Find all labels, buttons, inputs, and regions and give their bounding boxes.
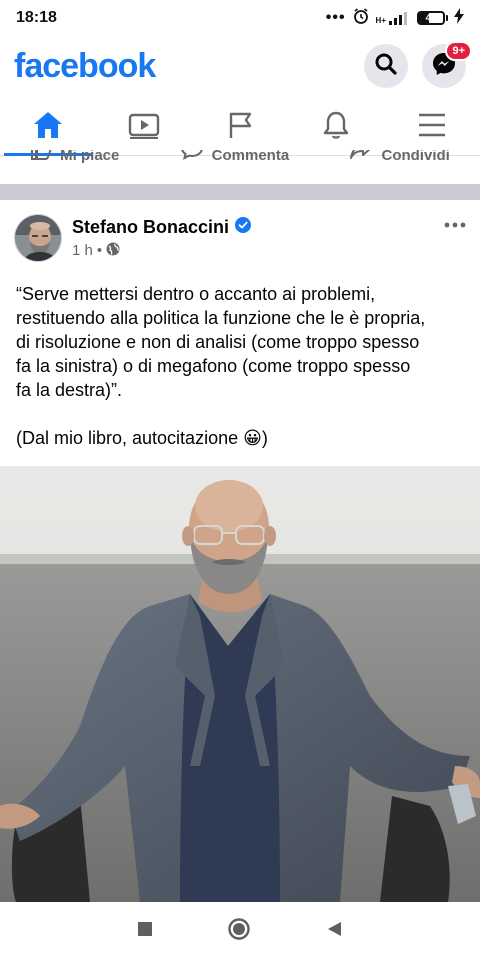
video-icon [128,111,160,144]
comment-button[interactable]: Commenta [180,150,290,164]
post-note-suffix: ) [261,428,268,448]
post-note-text: (Dal mio libro, autocitazione [16,428,244,448]
author-name[interactable]: Stefano Bonaccini [72,217,229,238]
recent-apps-button[interactable] [137,921,153,942]
header-actions: 9+ [364,41,472,88]
post-text-line: restituendo alla politica la funzione ch… [16,308,426,328]
messenger-button[interactable]: 9+ [422,41,472,88]
nav-tabs [0,100,480,156]
globe-icon [106,242,120,260]
search-icon [374,52,398,81]
post-header: Stefano Bonaccini 1 h • [14,210,466,266]
flag-icon [226,110,254,145]
post-note: (Dal mio libro, autocitazione 😀) [16,426,468,450]
alarm-icon [352,7,370,30]
android-nav-bar [0,902,480,960]
tab-home[interactable] [0,100,96,156]
avatar[interactable] [14,214,62,262]
thumbs-up-icon [30,150,52,164]
search-button[interactable] [364,44,408,88]
back-button[interactable] [325,920,343,943]
messenger-badge: 9+ [445,41,472,61]
post-photo[interactable] [0,466,480,902]
charging-icon [454,7,464,29]
signal-icon: H+ [376,11,411,25]
tab-watch[interactable] [96,100,192,155]
home-icon [32,110,64,145]
notification-dots: ••• [325,9,346,26]
comment-icon [180,150,204,164]
post-text-line: fa la sinistra) o di megafono (come trop… [16,356,411,376]
share-button[interactable]: Condividi [349,150,450,164]
tab-notifications[interactable] [288,100,384,155]
post-time[interactable]: 1 h [72,242,93,259]
verified-badge-icon [235,216,252,238]
post-text: “Serve mettersi dentro o accanto ai prob… [16,282,468,450]
author-row: Stefano Bonaccini [72,216,252,238]
network-type: H+ [375,16,386,25]
status-bar: 18:18 ••• H+ 43 [0,0,480,36]
app-header: facebook 9+ [0,38,480,94]
more-icon [444,208,466,233]
tab-pages[interactable] [192,100,288,155]
tab-menu[interactable] [384,100,480,155]
previous-post-actions: Mi piace Commenta Condividi [0,150,480,172]
post-text-line: “Serve mettersi dentro o accanto ai prob… [16,284,376,304]
post-text-line: fa la destra)”. [16,380,123,400]
like-button[interactable]: Mi piace [30,150,119,164]
facebook-logo[interactable]: facebook [14,47,156,86]
post-meta: 1 h • [72,242,251,260]
status-time: 18:18 [16,9,57,26]
author-block: Stefano Bonaccini 1 h • [72,216,252,260]
grinning-emoji: 😀 [243,428,262,448]
meta-separator: • [96,242,103,259]
post-text-line: di risoluzione e non di analisi (come tr… [16,332,420,352]
feed-divider [0,184,480,200]
comment-label: Commenta [211,150,290,164]
home-button[interactable] [227,917,251,946]
battery-level: 43 [425,12,437,24]
battery-icon: 43 [417,11,448,25]
share-icon [349,150,373,164]
more-options-button[interactable] [444,212,466,230]
like-label: Mi piace [60,150,120,164]
bell-icon [322,110,350,145]
menu-icon [417,112,447,143]
share-label: Condividi [381,150,450,164]
status-icons: ••• H+ 43 [326,7,464,30]
